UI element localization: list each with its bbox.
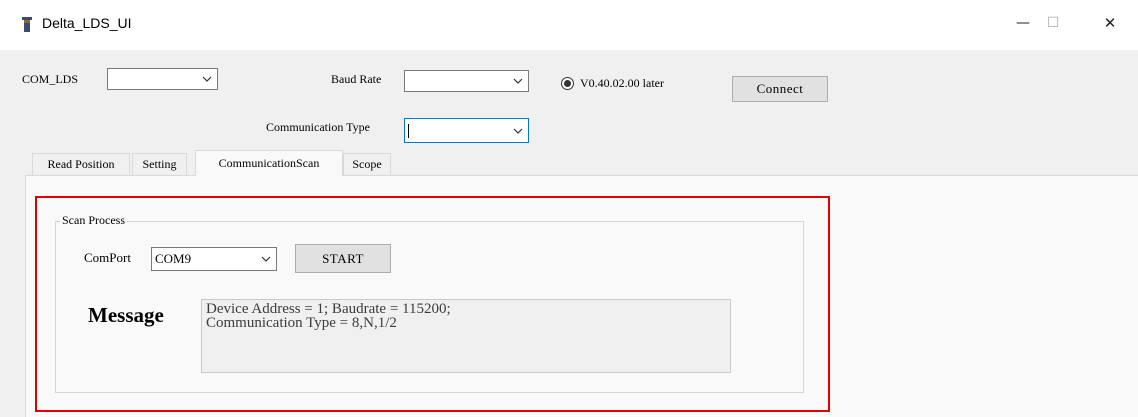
chevron-down-icon <box>256 248 276 270</box>
communication-type-label: Communication Type <box>266 120 370 134</box>
connect-button[interactable]: Connect <box>732 76 828 102</box>
app-icon <box>22 17 32 32</box>
scan-process-title: Scan Process <box>60 213 127 228</box>
tab-scope[interactable]: Scope <box>343 153 391 175</box>
comport-label: ComPort <box>84 250 131 265</box>
tab-communication-scan[interactable]: CommunicationScan <box>195 150 343 176</box>
chevron-down-icon <box>197 69 217 89</box>
chevron-down-icon <box>508 71 528 91</box>
communication-type-select[interactable] <box>404 118 529 143</box>
baud-rate-select[interactable] <box>404 70 529 92</box>
com-lds-label: COM_LDS <box>22 72 79 86</box>
radio-selected-dot <box>564 80 571 87</box>
close-button[interactable]: ✕ <box>1087 8 1133 38</box>
title-bar <box>0 0 1138 50</box>
comport-value: COM9 <box>155 251 192 266</box>
window-left-edge <box>0 50 10 417</box>
chevron-down-icon <box>508 119 528 142</box>
message-textbox[interactable]: Device Address = 1; Baudrate = 115200; C… <box>201 299 731 373</box>
window-title: Delta_LDS_UI <box>42 15 132 31</box>
version-radio-label: V0.40.02.00 later <box>580 76 664 90</box>
text-caret <box>408 123 409 138</box>
comport-select[interactable]: COM9 <box>151 247 277 271</box>
tab-read-position[interactable]: Read Position <box>32 153 130 175</box>
message-label: Message <box>88 303 164 327</box>
start-button[interactable]: START <box>295 244 391 273</box>
baud-rate-label: Baud Rate <box>331 72 382 86</box>
version-radio[interactable] <box>561 77 574 90</box>
com-lds-select[interactable] <box>107 68 218 90</box>
maximize-button[interactable]: ☐ <box>1030 8 1076 38</box>
tab-setting[interactable]: Setting <box>132 153 187 175</box>
